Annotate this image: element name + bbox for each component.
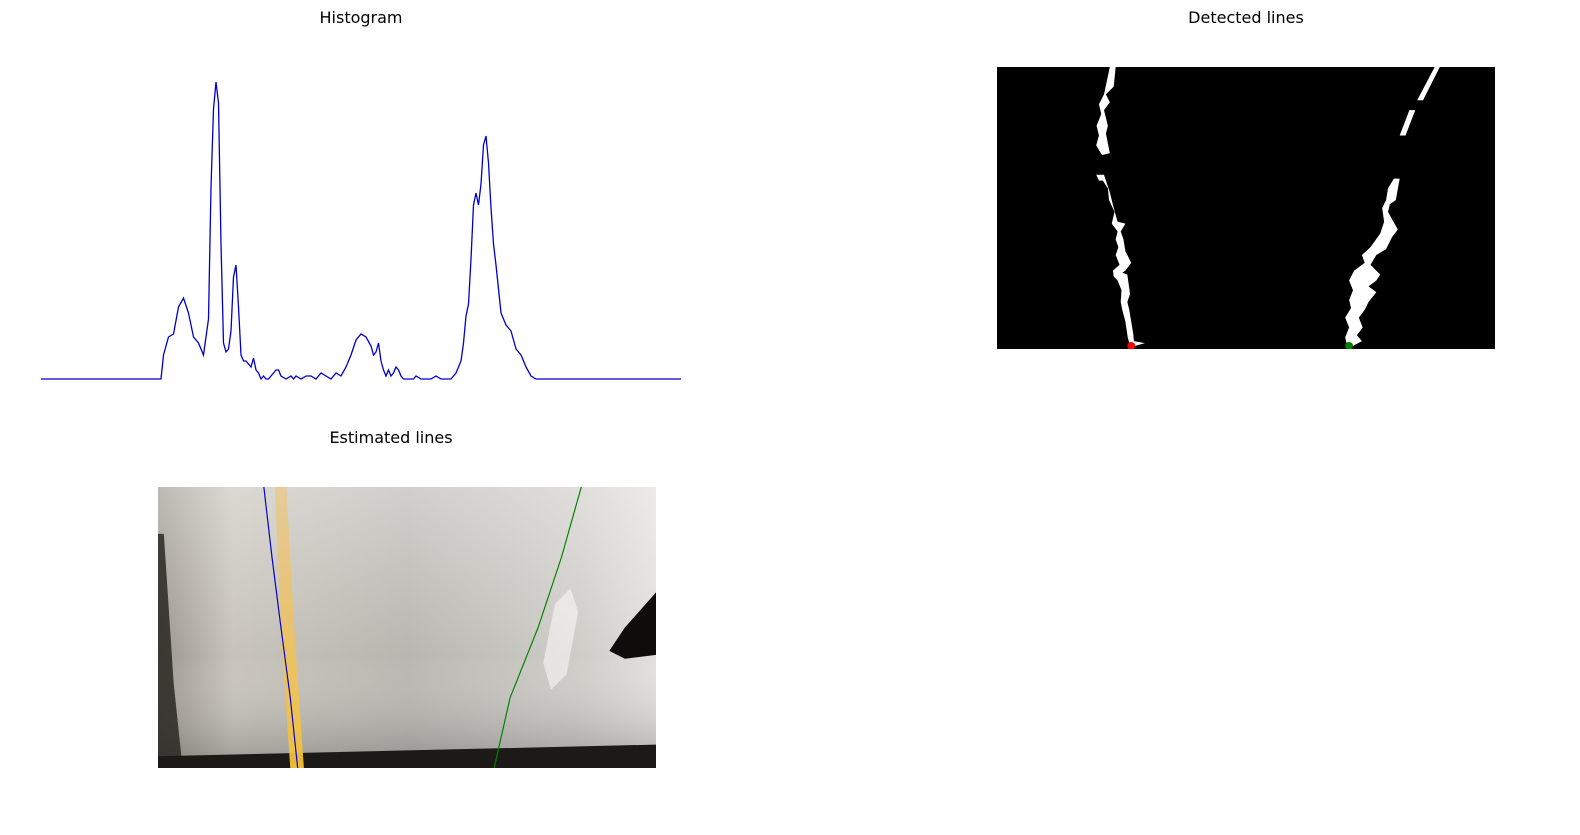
estimated-lines-image (158, 487, 656, 768)
detected-lines-title: Detected lines (1188, 8, 1304, 27)
histogram-chart (41, 81, 681, 381)
histogram-series-line (41, 81, 681, 381)
estimated-lines-title: Estimated lines (329, 428, 453, 447)
detected-lines-image (997, 67, 1495, 349)
detected-background (997, 67, 1495, 349)
road-shading (158, 487, 656, 768)
histogram-title: Histogram (319, 8, 403, 27)
